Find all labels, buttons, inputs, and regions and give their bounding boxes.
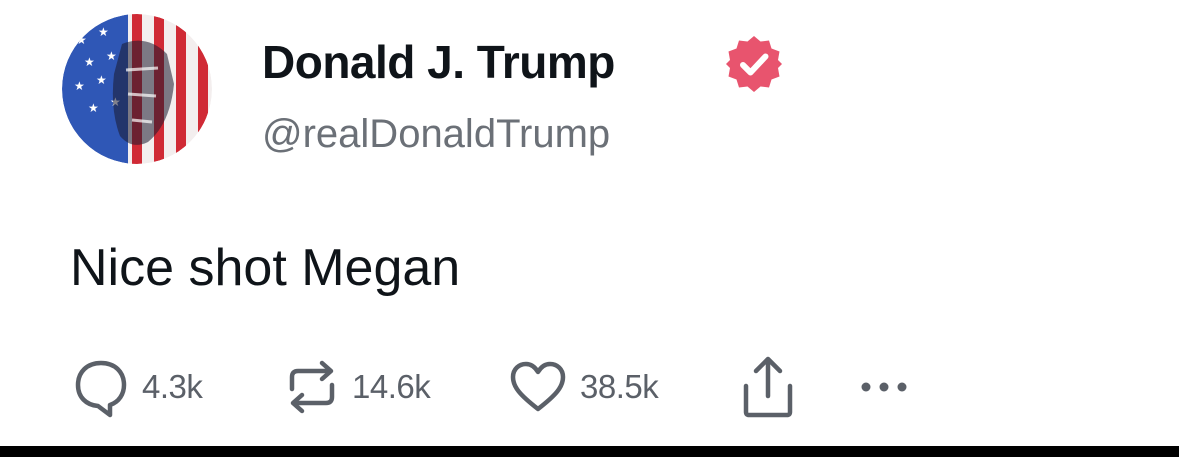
flag-portrait-avatar-icon: ★ ★ ★ ★ ★ ★ ★ ★ — [62, 14, 212, 164]
more-icon — [861, 382, 907, 392]
post-card: ★ ★ ★ ★ ★ ★ ★ ★ Donald J. Trump @realDon… — [0, 0, 1179, 446]
svg-text:★: ★ — [106, 49, 117, 63]
share-icon — [743, 356, 793, 418]
reply-count: 4.3k — [142, 368, 203, 405]
author-handle[interactable]: @realDonaldTrump — [262, 108, 610, 160]
repost-button[interactable]: 14.6k — [284, 352, 431, 422]
post-actions-bar: 4.3k 14.6k 38.5k — [0, 352, 1179, 422]
like-count: 38.5k — [580, 368, 659, 405]
svg-text:★: ★ — [98, 25, 109, 39]
reply-icon — [75, 360, 127, 418]
author-avatar[interactable]: ★ ★ ★ ★ ★ ★ ★ ★ — [62, 14, 212, 164]
svg-text:★: ★ — [76, 33, 87, 47]
author-display-name[interactable]: Donald J. Trump — [262, 32, 615, 92]
svg-text:★: ★ — [84, 55, 95, 69]
like-button[interactable]: 38.5k — [508, 352, 659, 422]
bottom-divider-bar — [0, 446, 1179, 457]
repost-icon — [289, 360, 335, 414]
post-text: Nice shot Megan — [70, 239, 461, 297]
svg-text:★: ★ — [74, 79, 85, 93]
svg-text:★: ★ — [88, 101, 99, 115]
more-options-button[interactable] — [858, 352, 910, 422]
svg-text:★: ★ — [96, 73, 107, 87]
reply-button[interactable]: 4.3k — [72, 352, 203, 422]
heart-icon — [510, 361, 566, 412]
share-button[interactable] — [738, 352, 798, 422]
repost-count: 14.6k — [352, 368, 431, 405]
verified-badge-icon — [724, 34, 784, 94]
